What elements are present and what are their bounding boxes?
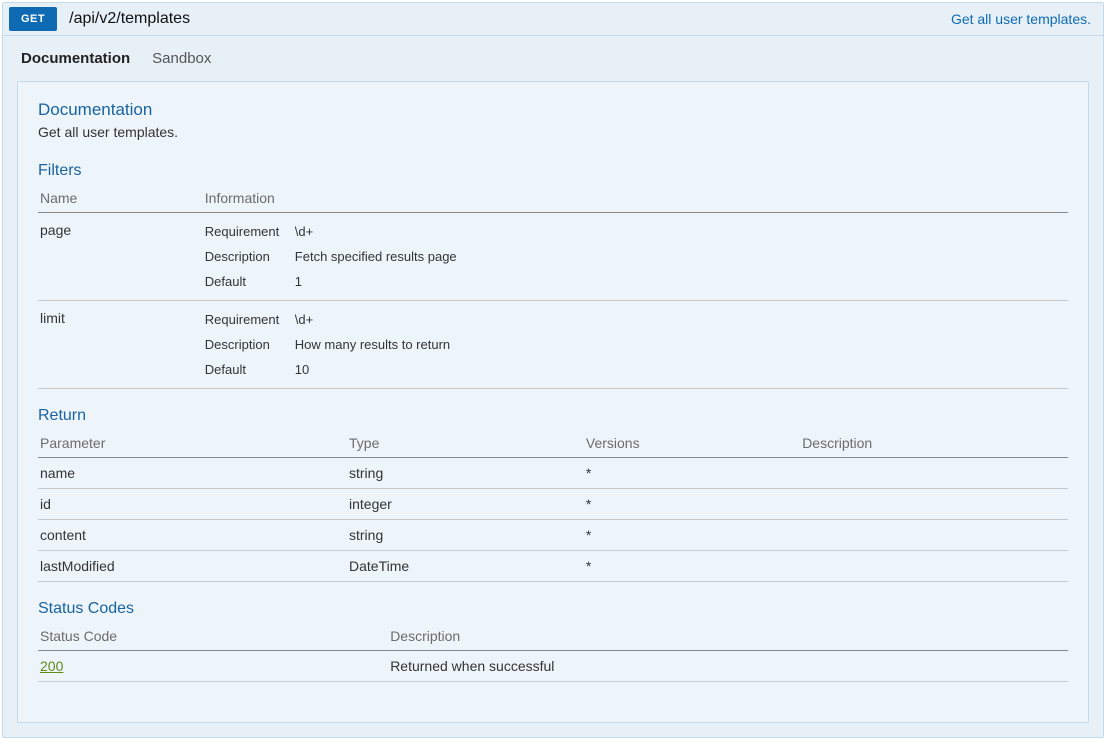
table-row: name string * <box>38 458 1068 489</box>
filters-heading: Filters <box>38 162 1068 180</box>
table-row: 200 Returned when successful <box>38 651 1068 682</box>
operation-header[interactable]: GET /api/v2/templates Get all user templ… <box>3 3 1103 36</box>
filters-col-info: Information <box>203 184 1068 213</box>
tab-sandbox[interactable]: Sandbox <box>152 50 211 67</box>
table-row: content string * <box>38 520 1068 551</box>
status-code-link[interactable]: 200 <box>40 658 63 674</box>
filter-description-value: Fetch specified results page <box>295 249 1064 264</box>
tab-documentation[interactable]: Documentation <box>21 50 130 67</box>
return-parameter: name <box>38 458 347 489</box>
status-code: 200 <box>38 651 388 682</box>
return-parameter: content <box>38 520 347 551</box>
filter-default-label: Default <box>205 274 295 289</box>
return-col-description: Description <box>800 429 1068 458</box>
filter-requirement-label: Requirement <box>205 224 295 239</box>
operation-panel: GET /api/v2/templates Get all user templ… <box>2 2 1104 738</box>
filters-table: Name Information page Requirement \d+ De… <box>38 184 1068 389</box>
return-versions: * <box>584 458 800 489</box>
filter-name: page <box>38 213 203 301</box>
filter-description-label: Description <box>205 249 295 264</box>
filter-default-value: 1 <box>295 274 1064 289</box>
status-col-code: Status Code <box>38 622 388 651</box>
return-type: string <box>347 520 584 551</box>
return-type: DateTime <box>347 551 584 582</box>
return-parameter: id <box>38 489 347 520</box>
table-row: limit Requirement \d+ Description How ma… <box>38 301 1068 389</box>
endpoint-summary-link[interactable]: Get all user templates. <box>951 11 1097 27</box>
filter-name: limit <box>38 301 203 389</box>
filter-info: Requirement \d+ Description How many res… <box>203 301 1068 389</box>
tabs-nav: Documentation Sandbox <box>3 36 1103 81</box>
doc-heading: Documentation <box>38 100 1068 120</box>
status-col-description: Description <box>388 622 1068 651</box>
return-versions: * <box>584 489 800 520</box>
return-col-type: Type <box>347 429 584 458</box>
filter-requirement-value: \d+ <box>295 312 1064 327</box>
endpoint-path: /api/v2/templates <box>69 10 190 28</box>
filter-info: Requirement \d+ Description Fetch specif… <box>203 213 1068 301</box>
doc-description: Get all user templates. <box>38 124 1068 140</box>
filter-default-label: Default <box>205 362 295 377</box>
filter-default-value: 10 <box>295 362 1064 377</box>
return-description <box>800 520 1068 551</box>
table-row: id integer * <box>38 489 1068 520</box>
return-type: string <box>347 458 584 489</box>
status-heading: Status Codes <box>38 600 1068 618</box>
return-description <box>800 551 1068 582</box>
return-versions: * <box>584 520 800 551</box>
return-description <box>800 458 1068 489</box>
return-parameter: lastModified <box>38 551 347 582</box>
table-row: page Requirement \d+ Description Fetch s… <box>38 213 1068 301</box>
table-row: lastModified DateTime * <box>38 551 1068 582</box>
return-versions: * <box>584 551 800 582</box>
return-col-parameter: Parameter <box>38 429 347 458</box>
status-codes-table: Status Code Description 200 Returned whe… <box>38 622 1068 682</box>
return-table: Parameter Type Versions Description name… <box>38 429 1068 582</box>
filter-requirement-value: \d+ <box>295 224 1064 239</box>
return-type: integer <box>347 489 584 520</box>
return-description <box>800 489 1068 520</box>
filter-requirement-label: Requirement <box>205 312 295 327</box>
documentation-content: Documentation Get all user templates. Fi… <box>17 81 1089 723</box>
filter-description-value: How many results to return <box>295 337 1064 352</box>
return-heading: Return <box>38 407 1068 425</box>
http-method-badge: GET <box>9 7 57 31</box>
return-col-versions: Versions <box>584 429 800 458</box>
filters-col-name: Name <box>38 184 203 213</box>
status-description: Returned when successful <box>388 651 1068 682</box>
filter-description-label: Description <box>205 337 295 352</box>
